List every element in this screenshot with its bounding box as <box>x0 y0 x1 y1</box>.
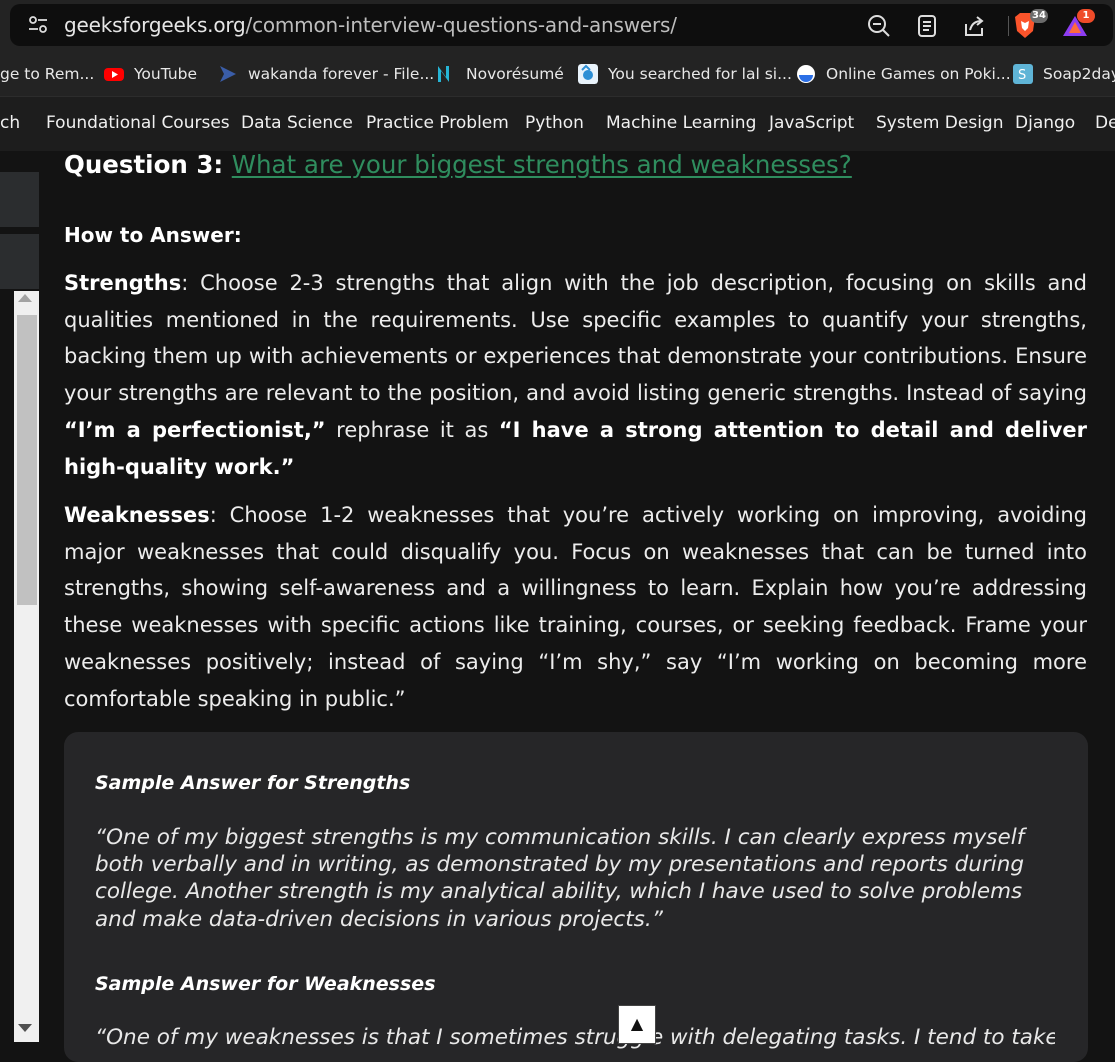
question-number: Question 3: <box>64 150 224 179</box>
bookmark-wakanda[interactable]: wakanda forever - File... <box>218 52 434 96</box>
address-bar[interactable]: geeksforgeeks.org/common-interview-quest… <box>10 4 1113 46</box>
nav-item[interactable]: Foundational Courses <box>46 113 230 133</box>
bookmark-label: wakanda forever - File... <box>248 65 435 83</box>
nav-item[interactable]: De <box>1095 113 1115 133</box>
strengths-label: Strengths <box>64 271 182 295</box>
url-host: geeksforgeeks.org <box>64 13 246 37</box>
share-icon[interactable] <box>962 14 986 38</box>
sample-answer-card: Sample Answer for Strengths “One of my b… <box>64 732 1088 1062</box>
bookmark-youtube[interactable]: YouTube <box>104 52 197 96</box>
bookmark-item[interactable]: ge to Rem... <box>0 52 94 96</box>
bookmark-label: ge to Rem... <box>0 65 95 83</box>
bookmark-poki[interactable]: Online Games on Poki... <box>796 52 1011 96</box>
nav-item[interactable]: Data Science <box>241 113 353 133</box>
weaknesses-paragraph: Weaknesses: Choose 1-2 weaknesses that y… <box>64 497 1087 717</box>
strengths-text: : Choose 2-3 strengths that align with t… <box>64 271 1087 406</box>
nav-item[interactable]: System Design <box>876 113 1004 133</box>
sidebar-panel[interactable] <box>0 234 39 289</box>
bookmark-label: Online Games on Poki... <box>826 65 1011 83</box>
nav-item[interactable]: Practice Problem <box>366 113 509 133</box>
sidebar-panel[interactable] <box>0 172 39 227</box>
weaknesses-label: Weaknesses <box>64 503 210 527</box>
scrollbar-thumb[interactable] <box>17 315 37 605</box>
strengths-quote: “I’m a perfectionist,” <box>64 417 326 442</box>
nav-item[interactable]: Machine Learning <box>606 113 756 133</box>
strengths-mid: rephrase it as <box>325 417 499 442</box>
scroll-down-arrow-icon[interactable] <box>18 1024 32 1032</box>
nav-item[interactable]: Django <box>1015 113 1075 133</box>
novoresume-icon <box>438 66 449 82</box>
sample-weaknesses-text: “One of my weaknesses is that I sometime… <box>95 1025 1055 1050</box>
how-to-answer-heading: How to Answer: <box>64 223 242 247</box>
rewards-badge: 1 <box>1077 9 1095 23</box>
zoom-icon[interactable] <box>867 14 891 38</box>
site-nav: ch Foundational Courses Data Science Pra… <box>0 97 1115 151</box>
sample-weaknesses-title: Sample Answer for Weaknesses <box>95 973 436 995</box>
bookmark-label: Novorésumé <box>466 65 564 83</box>
filehost-icon <box>220 66 236 82</box>
nav-item[interactable]: JavaScript <box>769 113 854 133</box>
nav-item[interactable]: ch <box>0 113 20 133</box>
youtube-icon <box>104 68 124 81</box>
soap2day-icon: S <box>1013 64 1033 84</box>
bookmark-label: Soap2day <box>1043 65 1115 83</box>
bookmark-novoresume[interactable]: Novorésumé <box>436 52 564 96</box>
weaknesses-text: : Choose 1-2 weaknesses that you’re acti… <box>64 503 1087 711</box>
bookmark-label: YouTube <box>134 65 198 83</box>
search-site-icon <box>578 64 598 84</box>
svg-text:S: S <box>1018 68 1026 83</box>
poki-icon <box>797 65 815 83</box>
site-settings-icon[interactable] <box>28 16 48 34</box>
strengths-paragraph: Strengths: Choose 2-3 strengths that ali… <box>64 265 1087 485</box>
nav-item[interactable]: Python <box>525 113 584 133</box>
url-text[interactable]: geeksforgeeks.org/common-interview-quest… <box>64 13 677 37</box>
bookmark-label: You searched for lal si... <box>608 65 792 83</box>
url-path: /common-interview-questions-and-answers/ <box>245 13 677 37</box>
question-heading: Question 3: What are your biggest streng… <box>64 150 852 179</box>
browser-toolbar: geeksforgeeks.org/common-interview-quest… <box>0 0 1115 52</box>
back-to-top-button[interactable]: ▲ <box>618 1005 656 1044</box>
scroll-up-arrow-icon[interactable] <box>18 294 32 302</box>
bookmark-soap2day[interactable]: S Soap2day <box>1013 52 1115 96</box>
bookmark-search[interactable]: You searched for lal si... <box>578 52 792 96</box>
shields-count-badge: 34 <box>1030 9 1048 23</box>
sample-strengths-title: Sample Answer for Strengths <box>95 772 411 794</box>
reader-mode-icon[interactable] <box>915 14 939 38</box>
bookmarks-bar: ge to Rem... YouTube wakanda forever - F… <box>0 52 1115 97</box>
sample-strengths-text: “One of my biggest strengths is my commu… <box>95 825 1025 932</box>
toolbar-divider <box>1008 16 1009 36</box>
question-link[interactable]: What are your biggest strengths and weak… <box>232 150 852 179</box>
